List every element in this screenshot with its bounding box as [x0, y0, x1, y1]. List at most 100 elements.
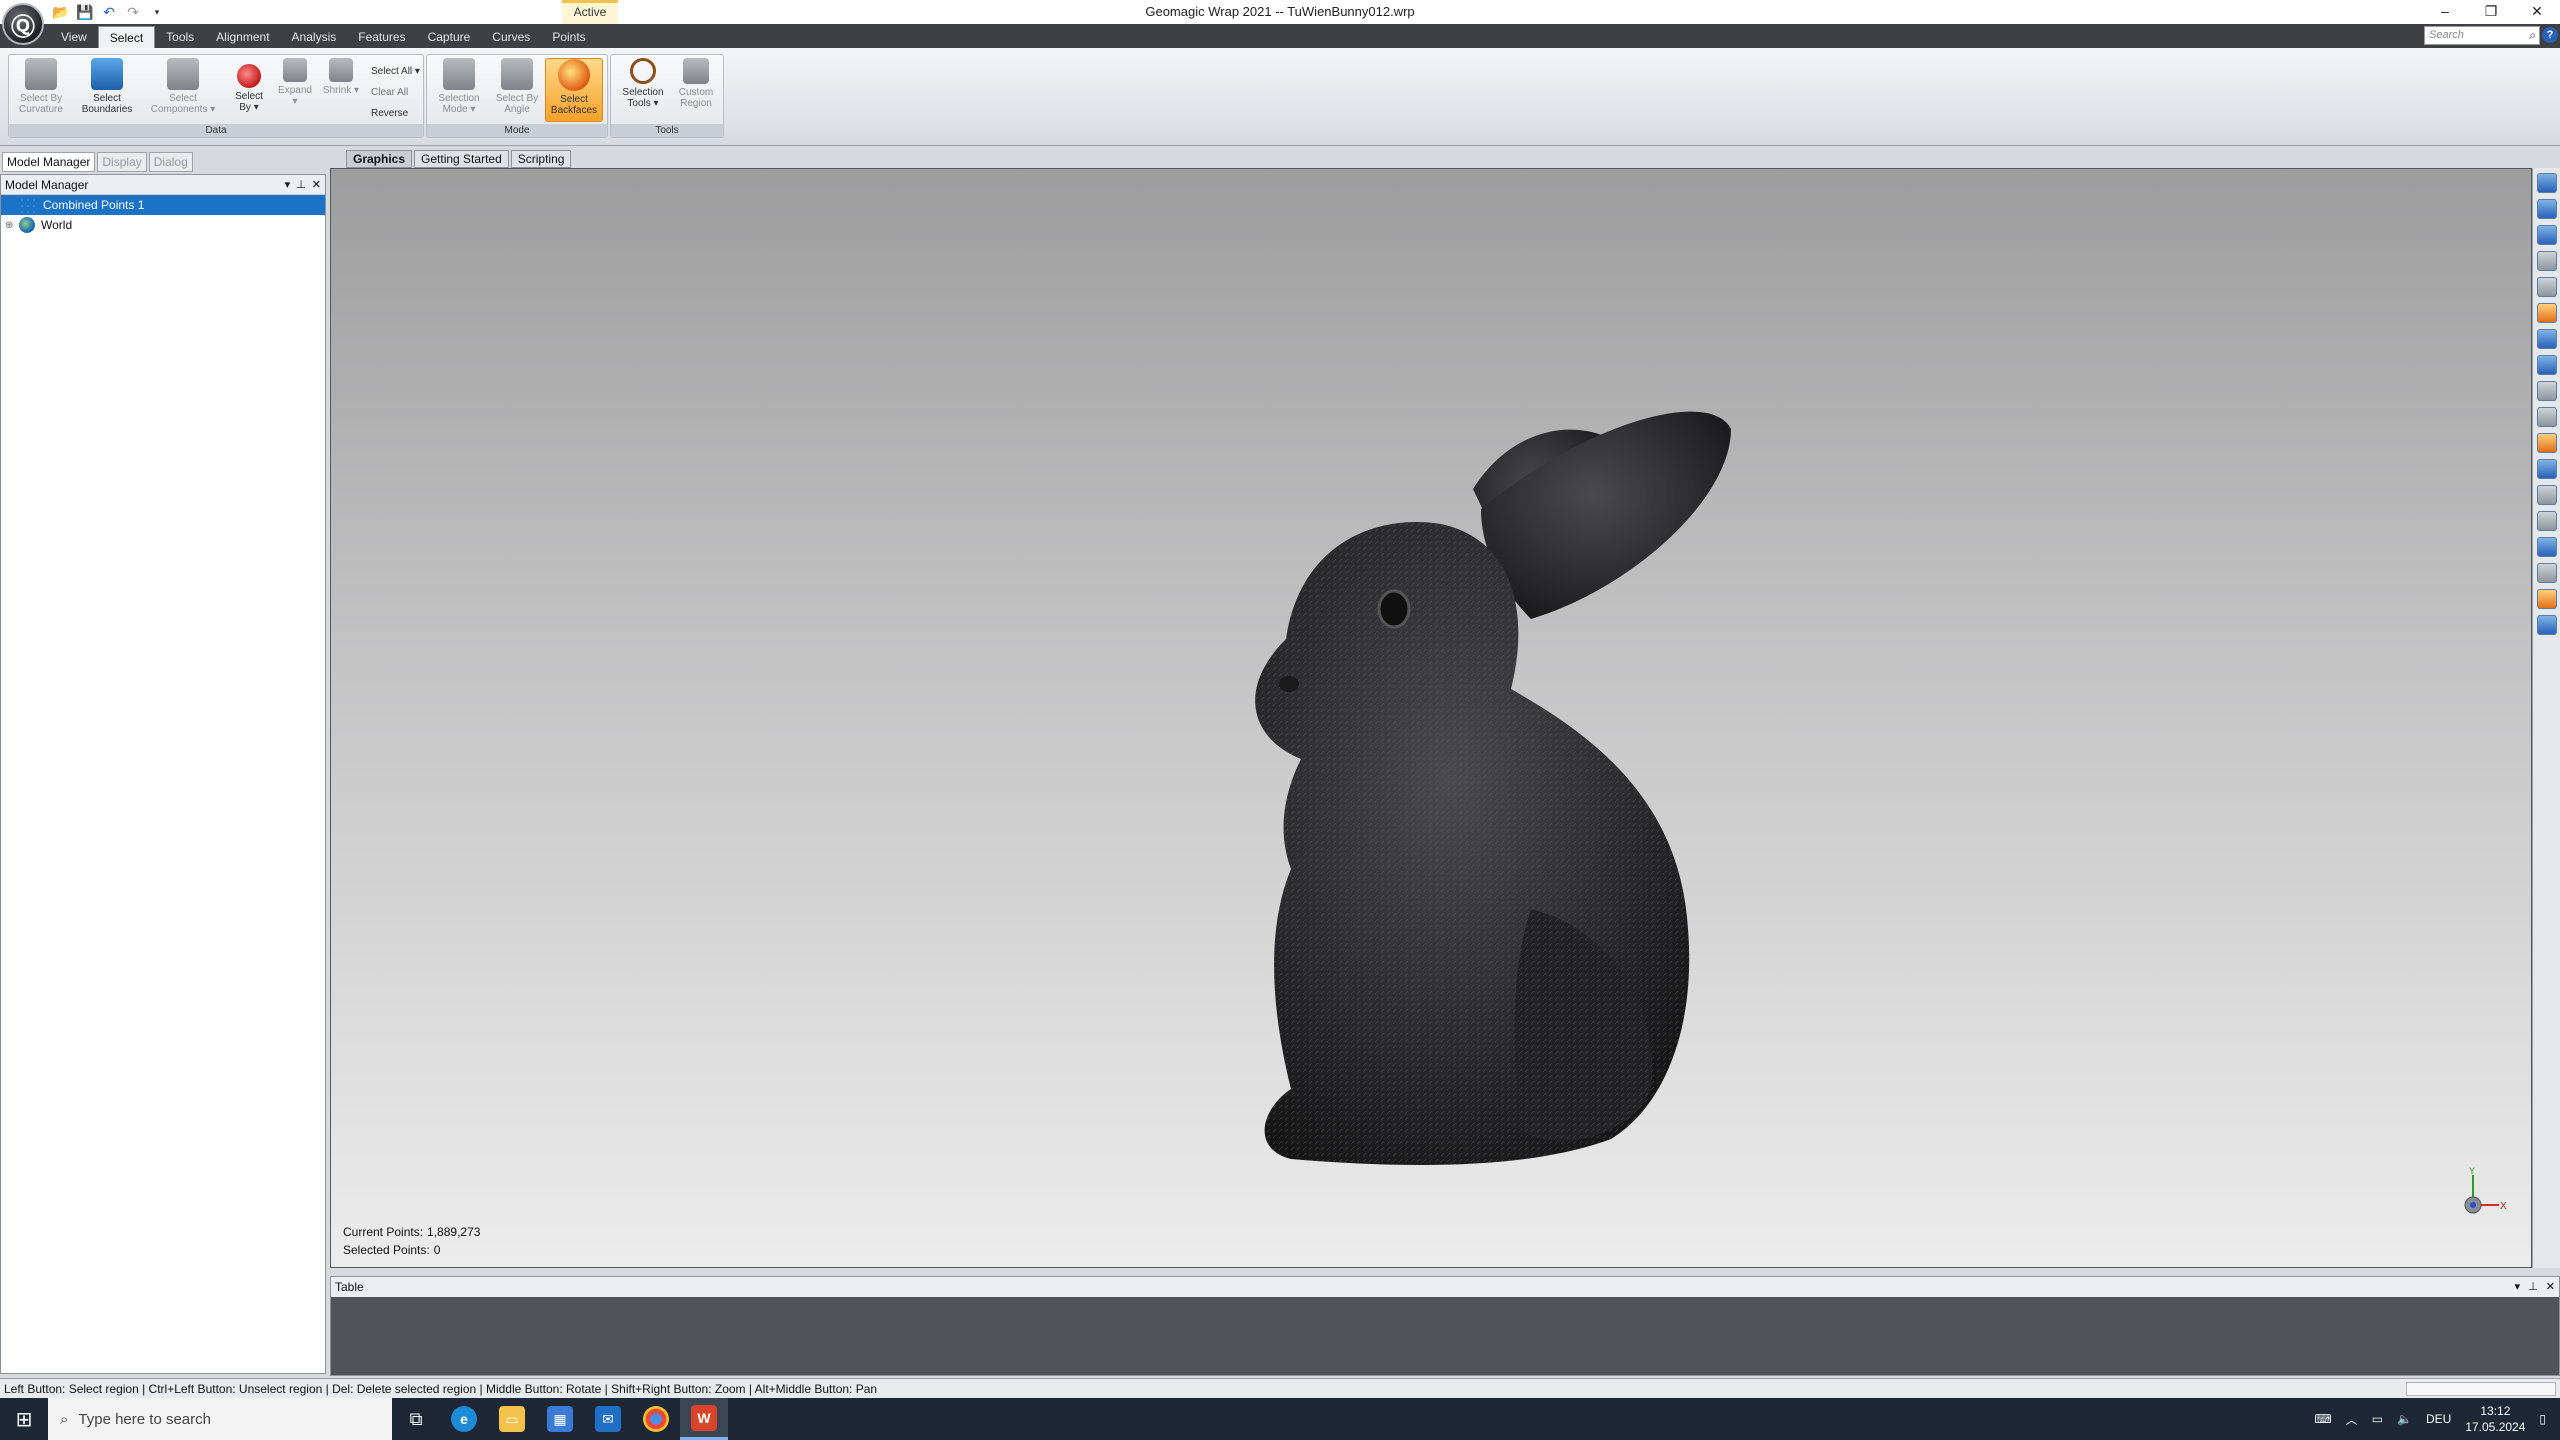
viewport-tabs: Graphics Getting Started Scripting — [346, 150, 572, 168]
fit-view-icon[interactable] — [2536, 329, 2557, 349]
model-manager-panel: Model Manager ▾ ⊥ ✕ Combined Points 1 ⊕ … — [0, 174, 326, 1374]
keyboard-icon[interactable]: ⌨ — [2314, 1412, 2331, 1426]
tab-model-manager[interactable]: Model Manager — [2, 152, 96, 172]
group-label-tools: Tools — [611, 124, 723, 137]
start-button[interactable]: ⊞ — [0, 1398, 48, 1440]
tab-analysis[interactable]: Analysis — [281, 26, 348, 48]
status-bar: Left Button: Select region | Ctrl+Left B… — [0, 1378, 2560, 1398]
bunny-point-cloud[interactable] — [331, 169, 2532, 1268]
axis-x-label: X — [2500, 1201, 2507, 1212]
select-by-curvature-button[interactable]: Select By Curvature — [15, 58, 67, 115]
geomagic-icon[interactable]: W — [680, 1398, 728, 1440]
selected-points-value: 0 — [433, 1243, 441, 1257]
expand-button[interactable]: Expand ▾ — [275, 58, 315, 107]
table-panel: Table ▾ ⊥ ✕ — [330, 1276, 2560, 1376]
tab-alignment[interactable]: Alignment — [205, 26, 280, 48]
ribbon-panel: Select By Curvature Select Boundaries Se… — [0, 48, 2560, 146]
tab-graphics[interactable]: Graphics — [346, 150, 413, 168]
render-icon[interactable] — [2536, 303, 2557, 323]
shrink-button[interactable]: Shrink ▾ — [321, 58, 361, 96]
clock-time: 13:12 — [2480, 1404, 2511, 1418]
tab-view[interactable]: View — [50, 26, 98, 48]
select-backfaces-button[interactable]: Select Backfaces — [545, 58, 603, 122]
selection-mode-label[interactable]: Selection Mode ▾ — [438, 93, 479, 115]
tab-tools[interactable]: Tools — [155, 26, 205, 48]
task-view-icon[interactable]: ⧉ — [392, 1398, 440, 1440]
panel-title: Model Manager — [5, 178, 89, 192]
measure-icon[interactable] — [2536, 485, 2557, 505]
select-components-button[interactable]: Select Components ▾ — [147, 58, 219, 115]
select-by-angle-button[interactable]: Select By Angle — [489, 58, 545, 115]
clear-all-button[interactable]: Clear All — [371, 82, 420, 103]
clipping-icon[interactable] — [2536, 459, 2557, 479]
panel-dropdown-icon[interactable]: ▾ — [285, 175, 291, 195]
panel-close-icon[interactable]: ✕ — [312, 175, 321, 195]
boundaries-icon — [91, 58, 123, 90]
tab-select[interactable]: Select — [97, 26, 156, 48]
window-title: Geomagic Wrap 2021 -- TuWienBunny012.wrp — [1145, 4, 1415, 19]
mail-icon[interactable]: ✉ — [584, 1398, 632, 1440]
close-button[interactable]: ✕ — [2514, 0, 2560, 22]
group-label-data: Data — [9, 124, 423, 137]
select-by-button[interactable]: Select By ▾ — [229, 58, 269, 113]
settings-icon[interactable] — [2536, 615, 2557, 635]
application-menu-button[interactable]: Ⓠ — [2, 3, 44, 45]
annotation-icon[interactable] — [2536, 511, 2557, 531]
volume-icon[interactable]: 🔈 — [2397, 1412, 2412, 1426]
selection-mode-button[interactable]: Selection Mode ▾ — [431, 58, 487, 115]
tree-item-world[interactable]: ⊕ World — [1, 215, 325, 235]
minimize-button[interactable]: – — [2422, 0, 2468, 22]
store-icon[interactable]: ▦ — [536, 1398, 584, 1440]
selection-mode-icon — [443, 58, 475, 90]
graphics-viewport[interactable]: Current Points: 1,889,273 Selected Point… — [330, 168, 2532, 1268]
restore-button[interactable]: ❐ — [2468, 0, 2514, 22]
tree-item-label: Combined Points 1 — [43, 198, 145, 212]
rotate-icon[interactable] — [2536, 355, 2557, 375]
notifications-icon[interactable]: ▯ — [2539, 1412, 2546, 1426]
network-icon[interactable]: ▭ — [2372, 1412, 2383, 1426]
select-boundaries-button[interactable]: Select Boundaries — [77, 58, 137, 115]
pan-icon[interactable] — [2536, 381, 2557, 401]
table-pin-icon[interactable]: ⊥ — [2528, 1277, 2538, 1297]
tray-chevron-icon[interactable]: ︿ — [2346, 1411, 2358, 1428]
zoom-icon[interactable] — [2536, 277, 2557, 297]
view-top-icon[interactable] — [2536, 225, 2557, 245]
grid-icon[interactable] — [2536, 251, 2557, 271]
file-explorer-icon[interactable]: ▭ — [488, 1398, 536, 1440]
table-dropdown-icon[interactable]: ▾ — [2515, 1277, 2521, 1297]
lighting-icon[interactable] — [2536, 407, 2557, 427]
tab-curves[interactable]: Curves — [481, 26, 541, 48]
view-iso-icon[interactable] — [2536, 199, 2557, 219]
snapshot-icon[interactable] — [2536, 589, 2557, 609]
ribbon-search-input[interactable]: Search — [2424, 26, 2540, 45]
language-indicator[interactable]: DEU — [2426, 1412, 2451, 1426]
tab-display[interactable]: Display — [97, 152, 147, 172]
tab-features[interactable]: Features — [347, 26, 416, 48]
selection-tools-button[interactable]: Selection Tools ▾ — [615, 58, 671, 109]
taskbar-search[interactable]: ⌕ Type here to search — [48, 1398, 392, 1440]
edge-icon[interactable]: e — [440, 1398, 488, 1440]
texture-icon[interactable] — [2536, 563, 2557, 583]
tab-scripting[interactable]: Scripting — [510, 150, 572, 168]
search-icon[interactable]: ⌕ — [2529, 28, 2536, 43]
tree-item-combined-points[interactable]: Combined Points 1 — [1, 195, 325, 215]
chrome-icon[interactable] — [632, 1398, 680, 1440]
pin-icon[interactable]: ⊥ — [296, 175, 306, 195]
view-front-icon[interactable] — [2536, 173, 2557, 193]
help-icon[interactable]: ? — [2542, 27, 2558, 43]
panel-header: Model Manager ▾ ⊥ ✕ — [1, 175, 325, 195]
clock-date: 17.05.2024 — [2465, 1420, 2526, 1434]
tab-points[interactable]: Points — [541, 26, 596, 48]
clock[interactable]: 13:12 17.05.2024 — [2465, 1403, 2525, 1435]
tab-capture[interactable]: Capture — [417, 26, 482, 48]
color-icon[interactable] — [2536, 433, 2557, 453]
custom-region-button[interactable]: Custom Region — [671, 58, 721, 109]
ribbon-tabs: View Select Tools Alignment Analysis Fea… — [50, 26, 597, 48]
tab-getting-started[interactable]: Getting Started — [414, 150, 509, 168]
select-all-button[interactable]: Select All ▾ — [371, 61, 420, 82]
tab-dialog[interactable]: Dialog — [148, 152, 193, 172]
reverse-button[interactable]: Reverse — [371, 103, 420, 124]
expand-icon[interactable]: ⊕ — [5, 220, 19, 231]
layers-icon[interactable] — [2536, 537, 2557, 557]
table-close-icon[interactable]: ✕ — [2546, 1277, 2555, 1297]
